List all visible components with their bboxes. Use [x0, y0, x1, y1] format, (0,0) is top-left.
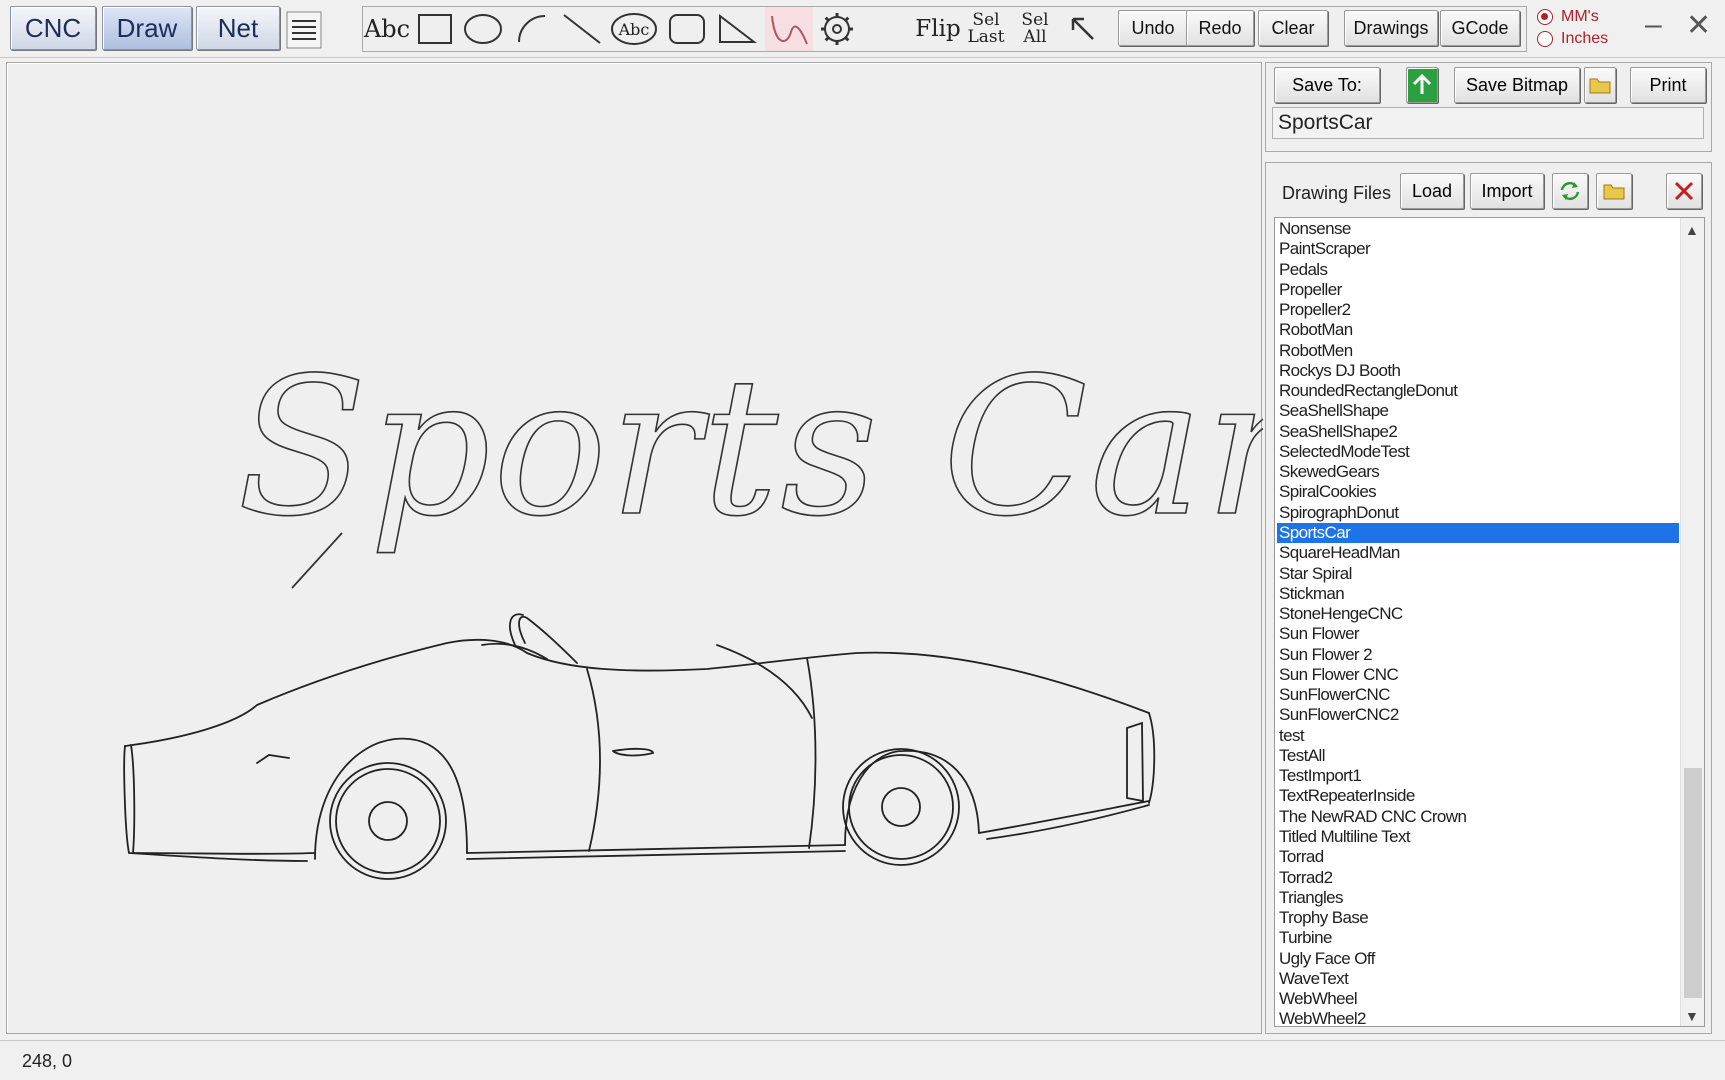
text-tool[interactable]: Abc: [364, 7, 410, 51]
list-item[interactable]: Sun Flower 2: [1277, 645, 1679, 665]
tab-draw[interactable]: Draw: [102, 6, 192, 50]
list-item[interactable]: Titled Multiline Text: [1277, 827, 1679, 847]
list-item[interactable]: WaveText: [1277, 969, 1679, 989]
open-folder-icon[interactable]: [1596, 173, 1632, 209]
list-item[interactable]: RoundedRectangleDonut: [1277, 381, 1679, 401]
gcode-button[interactable]: GCode: [1440, 10, 1520, 46]
refresh-icon[interactable]: [1552, 173, 1588, 209]
list-item[interactable]: SportsCar: [1277, 522, 1679, 544]
units-selector: MM's Inches: [1537, 6, 1608, 50]
scroll-thumb[interactable]: [1684, 768, 1702, 998]
list-item[interactable]: RobotMan: [1277, 320, 1679, 340]
list-item[interactable]: Ugly Face Off: [1277, 949, 1679, 969]
drawings-button[interactable]: Drawings: [1344, 10, 1438, 46]
list-item[interactable]: Star Spiral: [1277, 564, 1679, 584]
minimize-icon[interactable]: –: [1645, 8, 1662, 42]
list-item[interactable]: PaintScraper: [1277, 239, 1679, 259]
rectangle-tool-icon[interactable]: [413, 7, 457, 51]
tab-net[interactable]: Net: [196, 6, 280, 50]
cursor-coordinates: 248, 0: [22, 1051, 73, 1071]
scroll-down-icon[interactable]: ▼: [1685, 1008, 1699, 1024]
toolbar: CNC Draw Net Abc Abc Flip Sel Last Sel A…: [0, 0, 1725, 58]
list-item[interactable]: SunFlowerCNC: [1277, 685, 1679, 705]
mm-radio[interactable]: [1537, 9, 1553, 25]
list-item[interactable]: TestImport1: [1277, 766, 1679, 786]
list-item[interactable]: Propeller: [1277, 280, 1679, 300]
upload-arrow-icon[interactable]: [1406, 67, 1438, 103]
list-item[interactable]: SquareHeadMan: [1277, 543, 1679, 563]
rear-wheel: [842, 748, 960, 866]
inches-radio[interactable]: [1537, 31, 1553, 47]
list-item[interactable]: SpirographDonut: [1277, 503, 1679, 523]
list-item[interactable]: Propeller2: [1277, 300, 1679, 320]
sports-car-drawing: Sports Car: [123, 336, 1263, 880]
list-item[interactable]: StoneHengeCNC: [1277, 604, 1679, 624]
list-item[interactable]: TextRepeaterInside: [1277, 786, 1679, 806]
list-item[interactable]: Torrad2: [1277, 868, 1679, 888]
front-wheel: [329, 762, 447, 880]
list-scrollbar[interactable]: ▲ ▼: [1680, 218, 1704, 1026]
arc-tool-icon[interactable]: [509, 7, 553, 51]
list-item[interactable]: Sun Flower: [1277, 624, 1679, 644]
list-item[interactable]: SeaShellShape2: [1277, 422, 1679, 442]
list-item[interactable]: Trophy Base: [1277, 908, 1679, 928]
car-illustration: [123, 613, 1156, 862]
sports-car-outline-text: Sports Car: [237, 337, 1263, 558]
select-all-button[interactable]: Sel All: [1013, 7, 1057, 51]
redo-button[interactable]: Redo: [1186, 10, 1254, 46]
list-item[interactable]: SeaShellShape: [1277, 401, 1679, 421]
list-item[interactable]: The NewRAD CNC Crown: [1277, 807, 1679, 827]
status-bar: 248, 0: [0, 1040, 1725, 1080]
line-tool-icon[interactable]: [559, 7, 605, 51]
load-button[interactable]: Load: [1400, 173, 1464, 209]
list-item[interactable]: test: [1277, 726, 1679, 746]
scroll-up-icon[interactable]: ▲: [1685, 222, 1699, 238]
flip-button[interactable]: Flip: [915, 7, 961, 51]
drawing-files-list[interactable]: Nonsense PaintScraper Pedals Propeller Prope…: [1274, 217, 1705, 1027]
curve-tool-icon[interactable]: [765, 7, 813, 51]
menu-icon[interactable]: [286, 10, 322, 50]
list-item[interactable]: Rockys DJ Booth: [1277, 361, 1679, 381]
undo-button[interactable]: Undo: [1118, 10, 1188, 46]
list-item[interactable]: Torrad: [1277, 847, 1679, 867]
circle-tool-icon[interactable]: [461, 7, 505, 51]
list-item[interactable]: SelectedModeTest: [1277, 442, 1679, 462]
list-item[interactable]: Sun Flower CNC: [1277, 665, 1679, 685]
drawing-canvas[interactable]: Sports Car: [6, 62, 1263, 1034]
filename-input[interactable]: SportsCar: [1272, 107, 1704, 139]
list-item[interactable]: SpiralCookies: [1277, 482, 1679, 502]
list-item[interactable]: SunFlowerCNC2: [1277, 705, 1679, 725]
oval-text-tool[interactable]: Abc: [609, 7, 659, 51]
units-inches-option[interactable]: Inches: [1537, 28, 1608, 50]
import-button[interactable]: Import: [1470, 173, 1544, 209]
tab-cnc[interactable]: CNC: [10, 6, 96, 50]
list-item[interactable]: Turbine: [1277, 928, 1679, 948]
list-item[interactable]: SkewedGears: [1277, 462, 1679, 482]
folder-icon[interactable]: [1584, 67, 1616, 103]
triangle-tool-icon[interactable]: [713, 7, 761, 51]
rounded-rectangle-tool-icon[interactable]: [665, 7, 709, 51]
select-last-button[interactable]: Sel Last: [963, 7, 1009, 51]
list-item[interactable]: Pedals: [1277, 260, 1679, 280]
drawing-files-panel: Drawing Files Load Import Nonsense PaintS…: [1265, 162, 1712, 1034]
clear-button[interactable]: Clear: [1258, 10, 1328, 46]
list-item[interactable]: Triangles: [1277, 888, 1679, 908]
save-to-button[interactable]: Save To:: [1274, 67, 1380, 103]
pointer-arrow-icon[interactable]: [1063, 7, 1103, 51]
list-item[interactable]: RobotMen: [1277, 341, 1679, 361]
units-mm-option[interactable]: MM's: [1537, 6, 1608, 28]
save-bitmap-button[interactable]: Save Bitmap: [1454, 67, 1580, 103]
list-item[interactable]: Nonsense: [1277, 219, 1679, 239]
list-item[interactable]: WebWheel2: [1277, 1009, 1679, 1026]
list-item[interactable]: TestAll: [1277, 746, 1679, 766]
print-button[interactable]: Print: [1630, 67, 1706, 103]
gear-tool-icon[interactable]: [815, 7, 859, 51]
delete-icon[interactable]: [1666, 173, 1702, 209]
list-item[interactable]: WebWheel: [1277, 989, 1679, 1009]
drawing-files-label: Drawing Files: [1282, 183, 1392, 203]
close-icon[interactable]: ✕: [1686, 8, 1711, 43]
save-panel: Save To: Save Bitmap Print SportsCar: [1265, 62, 1712, 152]
list-item[interactable]: Stickman: [1277, 584, 1679, 604]
